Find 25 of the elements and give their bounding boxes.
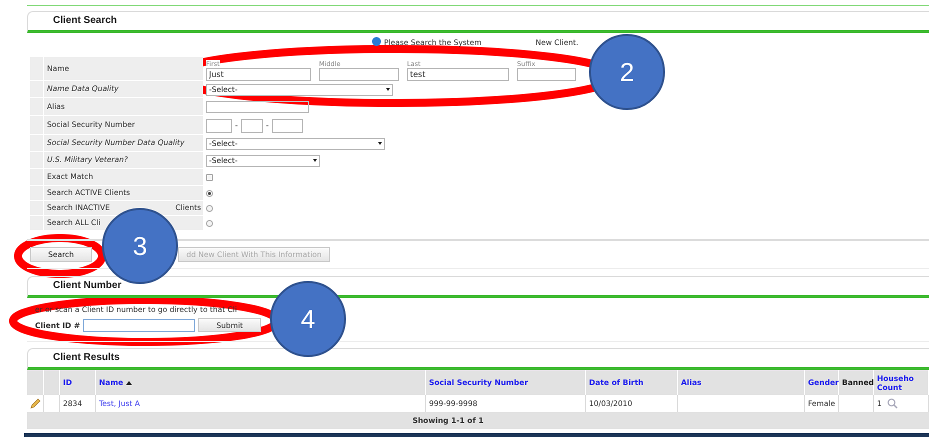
checkbox[interactable] xyxy=(206,174,213,181)
name-field[interactable] xyxy=(319,68,399,80)
separator: - xyxy=(266,120,269,132)
info-icon xyxy=(372,37,381,46)
radio-button[interactable] xyxy=(206,220,213,227)
ssn-field[interactable] xyxy=(240,118,263,132)
pencil-icon[interactable] xyxy=(28,398,41,410)
ssn-field[interactable] xyxy=(272,118,303,132)
alias-field[interactable] xyxy=(206,101,309,113)
radio-button[interactable] xyxy=(206,190,213,197)
step-number-badge: 4 xyxy=(270,281,346,357)
client-id-field[interactable] xyxy=(83,318,196,332)
section-title: Client Search xyxy=(53,14,117,28)
dropdown-arrow-icon xyxy=(313,159,317,162)
dropdown-arrow-icon xyxy=(386,88,390,91)
section-title: Client Results xyxy=(53,351,120,365)
dropdown-arrow-icon xyxy=(378,142,382,145)
search-icon[interactable] xyxy=(886,398,898,409)
step-number-badge: 2 xyxy=(589,34,665,110)
ssn-field[interactable] xyxy=(206,118,232,132)
name-field[interactable] xyxy=(517,68,576,80)
name-field[interactable]: test xyxy=(407,68,509,80)
separator: - xyxy=(235,120,238,132)
sort-up-icon xyxy=(126,380,132,384)
radio-button[interactable] xyxy=(206,205,213,212)
